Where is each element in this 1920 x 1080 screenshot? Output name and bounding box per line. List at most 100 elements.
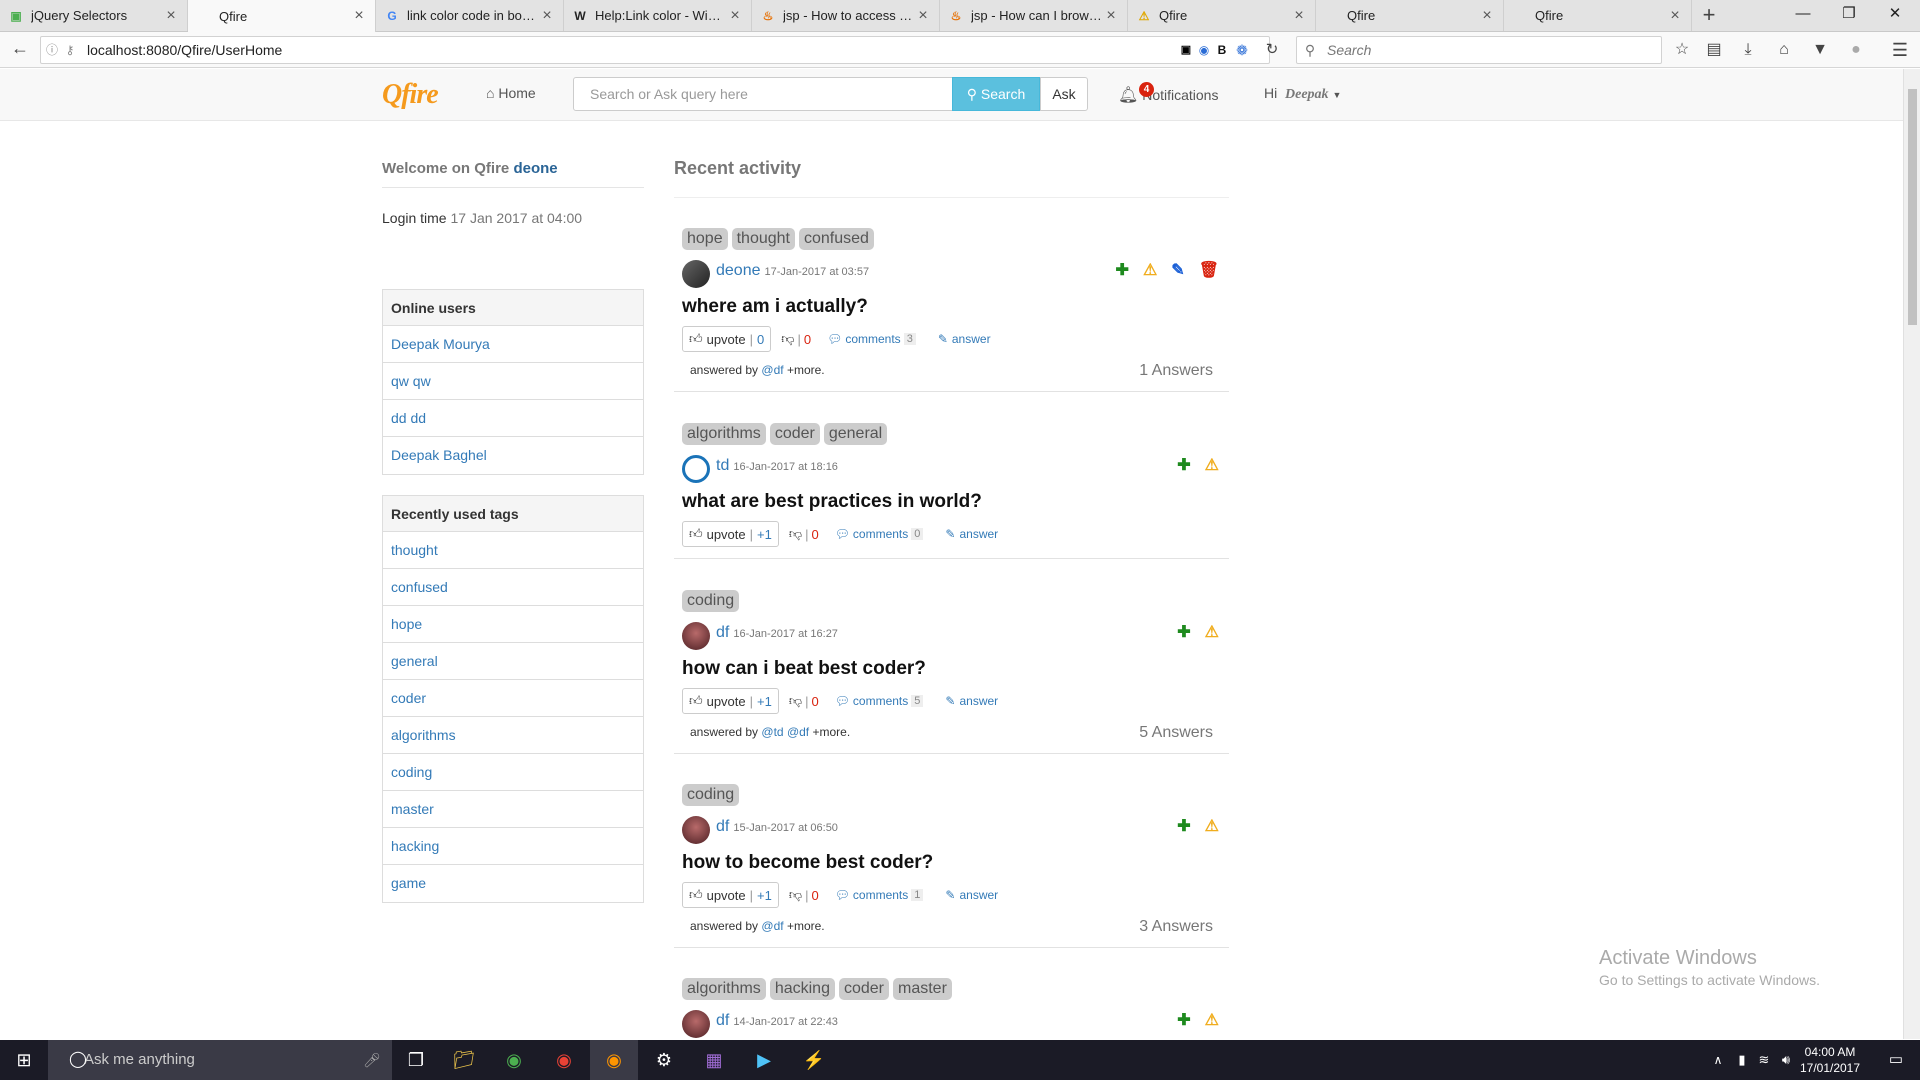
post-tag[interactable]: algorithms xyxy=(682,978,766,1000)
extension-icon[interactable]: B xyxy=(1212,40,1232,60)
answer-link[interactable]: ✎ answer xyxy=(945,527,998,541)
home-icon[interactable]: ⌂ xyxy=(1774,40,1794,60)
downvote-button[interactable]: 👎︎ | 0 xyxy=(781,331,811,347)
post-tag[interactable]: algorithms xyxy=(682,423,766,445)
plus-icon[interactable]: ✚ xyxy=(1177,622,1190,642)
post-tag[interactable]: master xyxy=(893,978,952,1000)
downvote-button[interactable]: 👎︎ | 0 xyxy=(789,887,819,903)
browser-tab[interactable]: W Help:Link color - Wiki... × xyxy=(564,0,752,31)
new-tab-icon[interactable]: + xyxy=(1692,0,1726,31)
close-tab-icon[interactable]: × xyxy=(351,7,367,25)
question-title[interactable]: what are best practices in world? xyxy=(682,491,982,513)
answers-count[interactable]: 3 Answers xyxy=(1139,918,1213,936)
author-link[interactable]: df xyxy=(716,818,729,835)
warning-icon[interactable]: ⚠ xyxy=(1205,622,1219,642)
firefox-icon[interactable]: ◉ xyxy=(590,1040,638,1080)
restore-icon[interactable]: ❐ xyxy=(1826,0,1872,30)
upvote-button[interactable]: 👍︎ upvote | +1 xyxy=(682,882,779,908)
answer-link[interactable]: ✎ answer xyxy=(938,332,991,346)
comments-link[interactable]: 💬︎ comments 1 xyxy=(835,888,924,902)
downvote-button[interactable]: 👎︎ | 0 xyxy=(789,693,819,709)
avatar[interactable] xyxy=(682,816,710,844)
ask-button[interactable]: Ask xyxy=(1040,77,1088,111)
question-title[interactable]: where am i actually? xyxy=(682,296,868,318)
bookmark-star-icon[interactable]: ☆ xyxy=(1672,40,1692,60)
close-tab-icon[interactable]: × xyxy=(1103,7,1119,25)
comments-link[interactable]: 💬︎ comments 0 xyxy=(835,527,924,541)
browser-tab[interactable]: Qfire × xyxy=(1316,0,1504,31)
close-tab-icon[interactable]: × xyxy=(163,7,179,25)
plus-icon[interactable]: ✚ xyxy=(1177,455,1190,475)
downvote-button[interactable]: 👎︎ | 0 xyxy=(789,526,819,542)
clock[interactable]: 04:00 AM 17/01/2017 xyxy=(1790,1044,1870,1076)
comments-link[interactable]: 💬︎ comments 5 xyxy=(835,694,924,708)
close-tab-icon[interactable]: × xyxy=(1667,7,1683,25)
avatar[interactable] xyxy=(682,455,710,483)
author-link[interactable]: df xyxy=(716,1012,729,1029)
answer-link[interactable]: ✎ answer xyxy=(945,888,998,902)
page-scrollbar[interactable] xyxy=(1903,69,1920,1039)
extension-icon[interactable]: ◉ xyxy=(1194,40,1214,60)
browser-tab[interactable]: Qfire × xyxy=(1504,0,1692,31)
post-tag[interactable]: hope xyxy=(682,228,728,250)
browser-tab[interactable]: Qfire × xyxy=(188,0,376,32)
plus-icon[interactable]: ✚ xyxy=(1177,1010,1190,1030)
minimize-icon[interactable]: — xyxy=(1780,0,1826,30)
browser-tab[interactable]: ♨ jsp - How to access T... × xyxy=(752,0,940,31)
tag-link[interactable]: coding xyxy=(383,754,643,791)
browser-tab[interactable]: ♨ jsp - How can I brows... × xyxy=(940,0,1128,31)
close-tab-icon[interactable]: × xyxy=(1291,7,1307,25)
online-user-link[interactable]: Deepak Baghel xyxy=(383,437,643,474)
tag-link[interactable]: master xyxy=(383,791,643,828)
task-view-icon[interactable]: ❐ xyxy=(392,1040,440,1080)
post-tag[interactable]: hacking xyxy=(769,978,835,1000)
tag-link[interactable]: algorithms xyxy=(383,717,643,754)
query-input[interactable]: Search or Ask query here xyxy=(573,77,953,111)
chrome-icon[interactable]: ◉ xyxy=(540,1040,588,1080)
browser-tab[interactable]: Glink color code in boo... × xyxy=(376,0,564,31)
edit-icon[interactable]: ✎ xyxy=(1171,260,1184,280)
browser-tab[interactable]: ⚠ Qfire × xyxy=(1128,0,1316,31)
author-link[interactable]: td xyxy=(716,457,729,474)
tag-link[interactable]: hacking xyxy=(383,828,643,865)
info-icon[interactable]: ⓘ xyxy=(42,40,62,60)
avatar[interactable] xyxy=(682,622,710,650)
post-tag[interactable]: coding xyxy=(682,784,740,806)
microphone-icon[interactable]: 🎤︎ xyxy=(348,1040,396,1080)
post-tag[interactable]: coder xyxy=(769,423,820,445)
search-button[interactable]: ⚲ Search xyxy=(952,77,1040,111)
author-link[interactable]: df xyxy=(716,624,729,641)
comments-link[interactable]: 💬︎ comments 3 xyxy=(827,332,916,346)
answerer-link[interactable]: @df xyxy=(787,725,809,739)
pocket-icon[interactable]: ▼ xyxy=(1810,40,1830,60)
answerer-link[interactable]: @df xyxy=(761,363,783,377)
warning-icon[interactable]: ⚠ xyxy=(1205,816,1219,836)
scrollbar-thumb[interactable] xyxy=(1908,89,1917,325)
url-bar[interactable]: localhost:8080/Qfire/UserHome xyxy=(40,36,1270,64)
answers-count[interactable]: 1 Answers xyxy=(1139,362,1213,380)
menu-icon[interactable]: ☰ xyxy=(1890,40,1910,60)
download-icon[interactable]: ⤓ xyxy=(1738,40,1758,60)
close-tab-icon[interactable]: × xyxy=(727,7,743,25)
upvote-button[interactable]: 👍︎ upvote | +1 xyxy=(682,688,779,714)
tag-link[interactable]: confused xyxy=(383,569,643,606)
reload-icon[interactable]: ↻ xyxy=(1262,40,1282,60)
upvote-button[interactable]: 👍︎ upvote | 0 xyxy=(682,326,772,352)
file-explorer-icon[interactable]: 📁︎ xyxy=(440,1040,488,1080)
extension-icon[interactable]: ▣ xyxy=(1176,40,1196,60)
settings-icon[interactable]: ⚙ xyxy=(640,1040,688,1080)
tag-link[interactable]: coder xyxy=(383,680,643,717)
post-tag[interactable]: general xyxy=(823,423,888,445)
extension-icon[interactable]: ❁ xyxy=(1232,40,1252,60)
delete-icon[interactable]: 🗑︎ xyxy=(1199,260,1219,280)
close-tab-icon[interactable]: × xyxy=(915,7,931,25)
ie-icon[interactable]: ◉ xyxy=(490,1040,538,1080)
extension-icon[interactable]: ● xyxy=(1846,40,1866,60)
avatar[interactable] xyxy=(682,260,710,288)
warning-icon[interactable]: ⚠ xyxy=(1143,260,1157,280)
avatar[interactable] xyxy=(682,1010,710,1038)
post-tag[interactable]: coder xyxy=(838,978,889,1000)
answerer-link[interactable]: @df xyxy=(761,919,783,933)
user-menu[interactable]: Hi Deepak ▼ xyxy=(1264,85,1341,103)
online-user-link[interactable]: qw qw xyxy=(383,363,643,400)
